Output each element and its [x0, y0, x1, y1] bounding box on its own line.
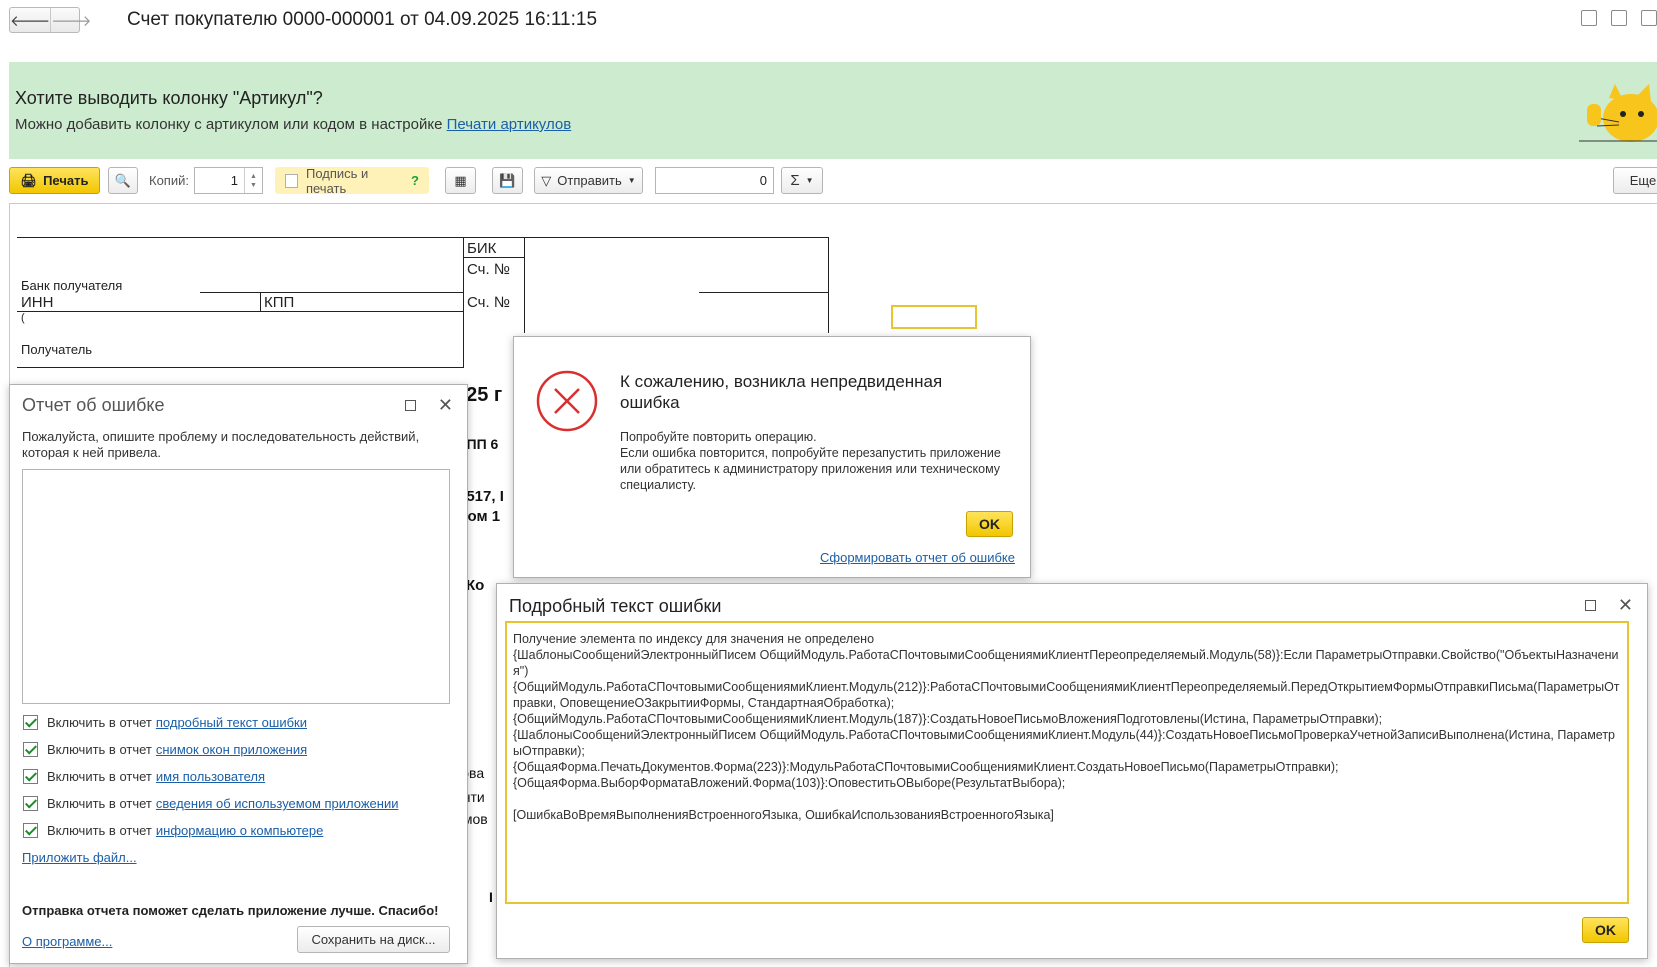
checkbox[interactable]	[23, 769, 38, 784]
doc-text-fragment-4: I	[489, 889, 493, 905]
include-computer-info-check[interactable]: Включить в отчет информацию о компьютере	[23, 823, 323, 838]
error-detail-line: {ОбщаяФорма.ВыборФорматаВложений.Форма(1…	[513, 776, 1066, 790]
banner-title: Хотите выводить колонку "Артикул"?	[15, 88, 323, 108]
copies-label: Копий:	[149, 173, 189, 188]
error-line-1: Попробуйте повторить операцию.	[620, 430, 817, 444]
save-icon[interactable]	[1581, 10, 1597, 26]
error-detail-line: Получение элемента по индексу для значен…	[513, 632, 875, 646]
maximize-icon[interactable]	[1584, 599, 1596, 611]
about-link[interactable]: О программе...	[22, 934, 112, 949]
detail-window-title: Подробный текст ошибки	[509, 596, 722, 616]
window-tools	[1581, 10, 1657, 26]
error-detail-line: [ОшибкаВоВремяВыполненияВстроенногоЯзыка…	[513, 808, 1054, 822]
magnifier-icon: 🔍	[114, 172, 132, 188]
close-icon[interactable]: ✕	[438, 396, 453, 414]
selected-cell[interactable]	[891, 305, 977, 329]
include-app-info-check[interactable]: Включить в отчет сведения об используемо…	[23, 796, 398, 811]
print-icon[interactable]	[1611, 10, 1627, 26]
sum-mode-button[interactable]: Σ ▼	[781, 167, 823, 194]
save-to-disk-button[interactable]: Сохранить на диск...	[297, 926, 450, 953]
cat-mascot-icon	[1579, 84, 1657, 142]
thanks-text: Отправка отчета поможет сделать приложен…	[22, 903, 439, 918]
checkbox[interactable]	[23, 742, 38, 757]
doc-table-fragment: Ко	[466, 577, 485, 594]
attach-file-link[interactable]: Приложить файл...	[22, 850, 137, 865]
error-detail-line: {ОбщийМодуль.РаботаСПочтовымиСообщениями…	[513, 680, 1620, 710]
print-button[interactable]: 🖨 Печать	[9, 167, 100, 194]
printer-icon: 🖨	[20, 172, 38, 188]
include-user-check[interactable]: Включить в отчет имя пользователя	[23, 769, 265, 784]
checkbox[interactable]	[23, 796, 38, 811]
copies-field[interactable]: 1 ▲ ▼	[194, 167, 263, 194]
banner-text: Можно добавить колонку с артикулом или к…	[15, 116, 572, 133]
copies-stepper[interactable]: ▲ ▼	[244, 168, 262, 193]
floppy-icon: 💾	[499, 172, 516, 188]
recipient-label: Получатель	[21, 342, 93, 357]
error-x-icon	[536, 370, 598, 432]
problem-description-input[interactable]	[22, 469, 450, 704]
sign-print-checkbox[interactable]	[285, 173, 298, 188]
error-report-window: Отчет об ошибке ✕ Пожалуйста, опишите пр…	[9, 384, 468, 964]
account-label-2: Сч. №	[467, 294, 510, 311]
back-button[interactable]: 🡐	[10, 8, 50, 32]
paren-text: (	[21, 312, 25, 324]
account-label: Сч. №	[467, 261, 510, 278]
arrow-left-icon: 🡐	[10, 12, 51, 30]
window-controls: ✕	[1584, 596, 1633, 614]
bank-recipient-label: Банк получателя	[21, 278, 123, 293]
bik-label: БИК	[467, 240, 497, 257]
error-dialog: К сожалению, возникла непредвиденная оши…	[513, 336, 1031, 578]
table-edit-icon: ▦	[454, 172, 467, 188]
preview-icon[interactable]	[1641, 10, 1657, 26]
error-report-description: Пожалуйста, опишите проблему и последова…	[22, 429, 420, 460]
sigma-icon: Σ	[790, 172, 800, 189]
error-detail-line: {ШаблоныСообщенийЭлектронныйПисем ОбщийМ…	[513, 728, 1616, 758]
error-line-2: Если ошибка повторится, попробуйте перез…	[620, 446, 1001, 492]
forward-button[interactable]: 🡒	[50, 8, 91, 32]
inn-label: ИНН	[21, 294, 54, 311]
checkbox[interactable]	[23, 715, 38, 730]
error-detail-line	[513, 791, 1621, 807]
chevron-down-icon: ▼	[627, 176, 636, 185]
help-icon[interactable]: ?	[411, 173, 419, 188]
edit-button[interactable]: ▦	[445, 167, 476, 194]
create-report-link[interactable]: Сформировать отчет об ошибке	[820, 550, 1015, 565]
funnel-send-icon: ▽	[541, 172, 552, 188]
include-detail-check[interactable]: Включить в отчет подробный текст ошибки	[23, 715, 307, 730]
kpp-label: КПП	[264, 294, 295, 311]
detail-ok-button[interactable]: OK	[1582, 917, 1629, 943]
preview-button[interactable]: 🔍	[108, 167, 138, 194]
include-screenshot-check[interactable]: Включить в отчет снимок окон приложения	[23, 742, 307, 757]
window-controls: ✕	[404, 396, 453, 414]
more-button[interactable]: Еще	[1613, 167, 1657, 194]
error-ok-button[interactable]: OK	[966, 511, 1013, 537]
error-heading: К сожалению, возникла непредвиденная оши…	[620, 372, 943, 412]
send-button[interactable]: ▽ Отправить ▼	[534, 167, 643, 194]
checkbox[interactable]	[23, 823, 38, 838]
banner-settings-link[interactable]: Печати артикулов	[447, 116, 572, 133]
chevron-down-icon: ▼	[805, 176, 814, 185]
error-detail-line: {ОбщаяФорма.ПечатьДокументов.Форма(223)}…	[513, 760, 1339, 774]
arrow-right-icon: 🡒	[51, 12, 92, 30]
hint-banner: Хотите выводить колонку "Артикул"? Можно…	[9, 62, 1657, 159]
error-detail-text[interactable]: Получение элемента по индексу для значен…	[505, 621, 1629, 904]
close-icon[interactable]: ✕	[1618, 596, 1633, 614]
maximize-icon[interactable]	[404, 399, 416, 411]
sum-field[interactable]: 0	[655, 167, 774, 194]
error-report-title: Отчет об ошибке	[22, 395, 165, 415]
error-detail-line: {ОбщийМодуль.РаботаСПочтовымиСообщениями…	[513, 712, 1383, 726]
page-title: Счет покупателю 0000-000001 от 04.09.202…	[127, 9, 598, 30]
save-button[interactable]: 💾	[492, 167, 523, 194]
navigation-buttons: 🡐 🡒	[9, 7, 91, 33]
toolbar: 🖨 Печать 🔍 Копий: 1 ▲ ▼ Подпись и печать …	[9, 166, 1657, 196]
sign-and-print[interactable]: Подпись и печать ?	[275, 166, 429, 196]
error-detail-line: {ШаблоныСообщенийЭлектронныйПисем ОбщийМ…	[513, 648, 1619, 678]
